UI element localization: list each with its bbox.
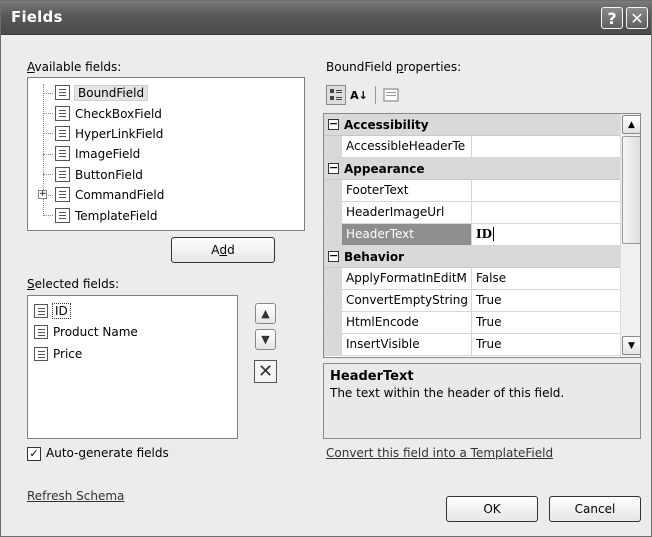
checkbox-field-icon [55,106,70,121]
property-row-selected[interactable]: HeaderText ID [324,224,620,246]
remove-field-button[interactable]: ✕ [254,360,277,383]
property-row[interactable]: ConvertEmptyString True [324,290,620,312]
tree-item-label: CommandField [75,187,165,202]
hyperlink-field-icon [55,126,70,141]
property-row[interactable]: HeaderImageUrl [324,202,620,224]
property-grid[interactable]: − Accessibility AccessibleHeaderTe − App… [323,113,641,358]
tree-item-checkboxfield[interactable]: CheckBoxField [55,104,162,123]
arrow-up-icon: ▲ [261,307,270,320]
dialog-title: Fields [11,8,63,26]
chevron-down-icon: ▼ [628,340,635,351]
bound-field-icon [34,325,48,339]
move-up-button[interactable]: ▲ [255,303,276,324]
available-fields-tree[interactable]: BoundField CheckBoxField HyperLinkField … [27,77,305,231]
convert-to-templatefield-link[interactable]: Convert this field into a TemplateField [326,446,553,460]
image-field-icon [55,146,70,161]
property-pages-icon[interactable] [381,85,401,105]
properties-label: BoundField properties: [326,60,462,74]
refresh-schema-link[interactable]: Refresh Schema [27,489,124,503]
bound-field-icon [34,347,48,361]
auto-generate-checkbox[interactable]: ✓ [27,447,41,461]
collapse-icon[interactable]: − [328,250,339,262]
expand-icon[interactable]: + [38,190,47,199]
tree-item-label: HyperLinkField [75,126,164,141]
template-field-icon [55,208,70,223]
tree-item-commandfield[interactable]: CommandField [55,185,164,204]
selected-fields-label: Selected fields: [27,277,120,291]
selected-fields-list[interactable]: ID Product Name Price [27,295,238,439]
button-field-icon [55,167,70,182]
property-row[interactable]: FooterText [324,180,620,202]
scroll-thumb[interactable] [622,136,640,244]
bound-field-icon [55,85,70,100]
category-behavior[interactable]: − Behavior [324,246,620,268]
property-grid-scrollbar[interactable]: ▲ ▼ [620,114,640,357]
title-bar: Fields ? ✕ [1,1,651,35]
ok-button[interactable]: OK [446,496,538,522]
property-toolbar: A↓ [323,81,641,110]
help-button[interactable]: ? [601,7,623,29]
alphabetical-icon[interactable]: A↓ [349,85,369,105]
tree-item-templatefield[interactable]: TemplateField [55,206,157,225]
tree-item-imagefield[interactable]: ImageField [55,144,140,163]
collapse-icon[interactable]: − [328,118,339,130]
category-appearance[interactable]: − Appearance [324,158,620,180]
tree-item-label: TemplateField [75,208,158,223]
arrow-down-icon: ▼ [261,333,270,346]
close-icon: ✕ [630,8,644,28]
tree-item-boundfield[interactable]: BoundField [55,83,149,102]
description-text: The text within the header of this field… [330,386,565,400]
property-row[interactable]: InsertVisible True [324,334,620,356]
collapse-icon[interactable]: − [328,162,339,174]
command-field-icon [55,187,70,202]
tree-item-label: ImageField [75,146,141,161]
headertext-value-input[interactable]: ID [472,224,620,245]
category-accessibility[interactable]: − Accessibility [324,114,620,136]
tree-item-label: BoundField [73,84,149,101]
tree-item-label: ButtonField [75,167,143,182]
help-icon: ? [607,8,617,28]
property-row[interactable]: HtmlEncode True [324,312,620,334]
tree-item-buttonfield[interactable]: ButtonField [55,165,143,184]
chevron-up-icon: ▲ [628,119,635,130]
list-item[interactable]: Product Name [34,322,138,342]
add-button[interactable]: Add [171,237,275,263]
property-row[interactable]: AccessibleHeaderTe [324,136,620,158]
tree-item-hyperlinkfield[interactable]: HyperLinkField [55,124,163,143]
bound-field-icon [34,304,48,318]
list-item[interactable]: ID [34,301,71,321]
auto-generate-label[interactable]: Auto-generate fields [46,446,169,460]
delete-icon: ✕ [257,361,274,382]
cancel-button[interactable]: Cancel [549,496,641,522]
description-title: HeaderText [330,369,414,384]
list-item[interactable]: Price [34,344,82,364]
scroll-down-button[interactable]: ▼ [622,336,640,355]
categorized-icon[interactable] [326,85,346,105]
scroll-up-button[interactable]: ▲ [622,115,640,134]
available-fields-label: Available fields: [27,60,122,74]
tree-item-label: CheckBoxField [75,106,162,121]
property-row[interactable]: ApplyFormatInEditM False [324,268,620,290]
fields-dialog: Fields ? ✕ Available fields: BoundField … [0,0,652,537]
close-button[interactable]: ✕ [626,7,648,29]
move-down-button[interactable]: ▼ [255,329,276,350]
property-description-panel: HeaderText The text within the header of… [323,363,641,439]
